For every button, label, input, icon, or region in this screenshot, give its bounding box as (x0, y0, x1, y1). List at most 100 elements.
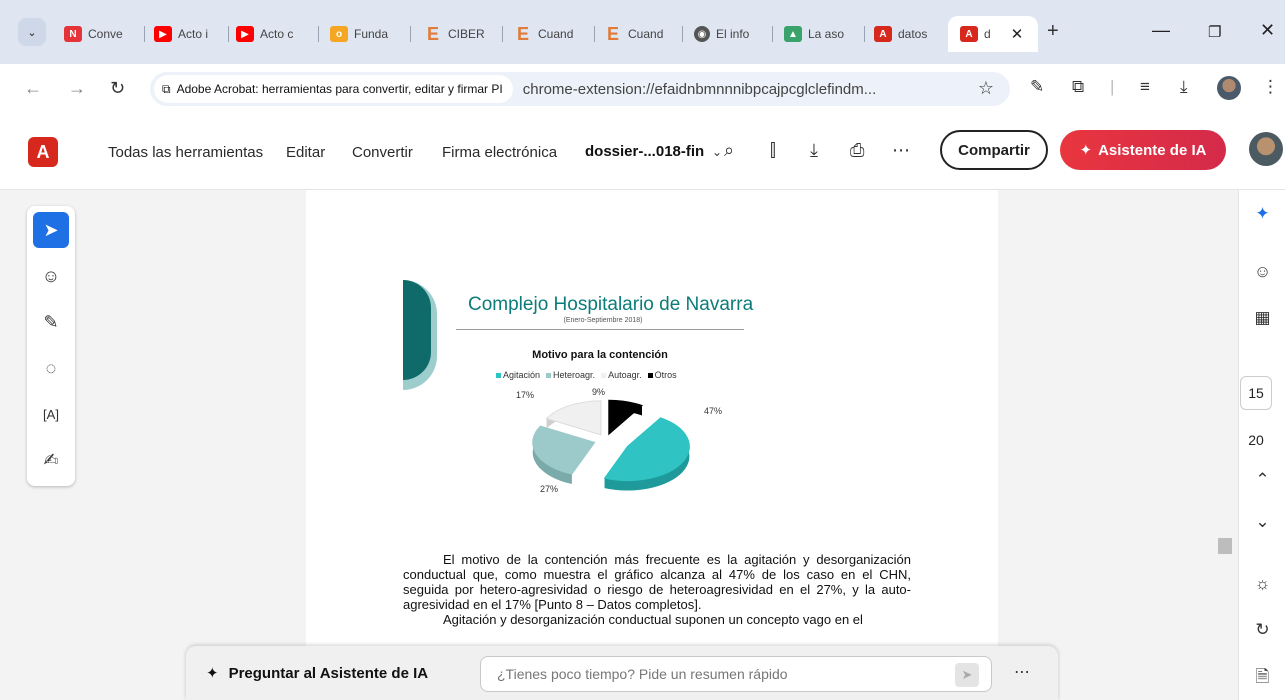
tab-label: Acto i (178, 27, 209, 41)
ai-prompt-placeholder: ¿Tienes poco tiempo? Pide un resumen ráp… (497, 666, 788, 682)
scrollbar-thumb[interactable] (1218, 538, 1232, 554)
tab-label: CIBER (448, 27, 485, 41)
profile-avatar[interactable] (1217, 76, 1241, 100)
menu-all-tools[interactable]: Todas las herramientas (108, 144, 263, 161)
print-icon[interactable]: ⎙ (850, 140, 864, 161)
tab-item[interactable]: ▶ Acto c (236, 20, 306, 48)
more-icon[interactable]: ⋯ (1014, 662, 1030, 682)
ai-assistant-icon[interactable]: ✦ (1239, 204, 1285, 224)
highlight-tool-icon[interactable]: ✎ (33, 304, 69, 340)
menu-edit[interactable]: Editar (286, 144, 325, 161)
acrobat-logo-icon[interactable]: A (28, 137, 58, 167)
tab-search-button[interactable]: ⌄ (18, 18, 46, 46)
data-label-27: 27% (540, 484, 558, 494)
vertical-scrollbar[interactable] (1220, 190, 1234, 700)
restore-icon[interactable]: ❐ (1208, 23, 1221, 41)
tab-label: Cuand (628, 27, 664, 41)
chevron-down-icon[interactable]: ⌄ (1239, 512, 1285, 532)
paragraph: Agitación y desorganización conductual s… (443, 612, 863, 627)
tab-label: El info (716, 27, 750, 41)
text-select-tool-icon[interactable]: [A] (33, 396, 69, 432)
browser-menu-icon[interactable]: ⋮ (1262, 77, 1279, 97)
paragraph: El motivo de la contención más frecuente… (403, 552, 911, 612)
tab-item[interactable]: o Funda (330, 20, 402, 48)
page-number-input[interactable]: 15 (1240, 376, 1272, 410)
nitro-icon: N (64, 26, 82, 42)
tab-divider (502, 26, 503, 42)
tab-label: La aso (808, 27, 845, 41)
slide-subtitle: (Enero-Septiembre 2018) (563, 317, 643, 324)
tab-divider (682, 26, 683, 42)
ai-prompt-input[interactable]: ¿Tienes poco tiempo? Pide un resumen ráp… (480, 656, 992, 692)
legend-label: Heteroagr. (553, 370, 596, 380)
back-icon[interactable]: ← (24, 78, 42, 99)
site-chip-label: Adobe Acrobat: herramientas para convert… (176, 82, 503, 96)
forward-icon[interactable]: → (68, 78, 86, 99)
legend-label: Agitación (503, 370, 541, 380)
extensions-icon[interactable]: ⧉ (1072, 77, 1084, 97)
ai-prompt-label[interactable]: ✦ Preguntar al Asistente de IA (206, 664, 429, 683)
download-icon[interactable]: ⤓ (810, 140, 818, 161)
browser-toolbar: ← → ↻ ⧉ Adobe Acrobat: herramientas para… (0, 64, 1285, 112)
bookmark-star-icon[interactable]: ☆ (978, 78, 994, 99)
tab-item[interactable]: ▲ La aso (784, 20, 860, 48)
tab-divider (594, 26, 595, 42)
tab-label: Acto c (260, 27, 294, 41)
chevron-up-icon[interactable]: ⌃ (1239, 470, 1285, 490)
minimize-icon[interactable]: — (1152, 20, 1170, 41)
tab-strip: ⌄ N Conve ▶ Acto i ▶ Acto c o Funda E CI… (0, 0, 1285, 64)
tab-label: Cuand (538, 27, 574, 41)
tab-item[interactable]: E Cuand (604, 20, 678, 48)
more-icon[interactable]: ⋯ (892, 140, 910, 161)
tab-item[interactable]: N Conve (64, 20, 142, 48)
document-body: El motivo de la contención más frecuente… (403, 552, 911, 627)
close-tab-icon[interactable]: ✕ (1011, 25, 1024, 43)
tab-item[interactable]: E CIBER (424, 20, 494, 48)
ai-prompt-label-text: Preguntar al Asistente de IA (228, 664, 429, 682)
share-button[interactable]: Compartir (940, 130, 1048, 170)
reload-icon[interactable]: ↻ (110, 78, 125, 99)
grid-icon[interactable]: ▦ (1239, 308, 1285, 328)
youtube-icon: ▶ (154, 26, 172, 42)
ai-assistant-icon: ✦ (1079, 142, 1093, 159)
tab-divider (864, 26, 865, 42)
download-icon[interactable]: ⤓ (1180, 77, 1188, 97)
ai-assistant-button[interactable]: ✦ Asistente de IA (1060, 130, 1226, 170)
tab-item[interactable]: ▶ Acto i (154, 20, 224, 48)
comments-icon[interactable]: ☺ (1239, 262, 1285, 282)
e-icon: E (516, 23, 529, 44)
pie-slice-otros (608, 399, 643, 436)
chart-legend: Agitación Heteroagr. Autoagr. Otros (496, 370, 677, 380)
brightness-icon[interactable]: ☼ (1239, 574, 1285, 594)
draw-tool-icon[interactable]: ◌ (33, 350, 69, 386)
menu-esign[interactable]: Firma electrónica (442, 144, 557, 161)
site-chip[interactable]: ⧉ Adobe Acrobat: herramientas para conve… (154, 75, 513, 103)
window-close-icon[interactable]: ✕ (1260, 20, 1275, 41)
menu-convert[interactable]: Convertir (352, 144, 413, 161)
document-name[interactable]: dossier-...018-fin (585, 143, 704, 160)
reading-list-icon[interactable]: ≡ (1140, 77, 1150, 97)
pie-slice-autoagr (545, 400, 602, 436)
page-thumbnails-icon[interactable]: ⫿ (770, 140, 776, 161)
tab-active[interactable]: A d ✕ (948, 16, 1038, 52)
tab-item[interactable]: ◉ El info (694, 20, 766, 48)
address-bar[interactable]: ⧉ Adobe Acrobat: herramientas para conve… (150, 72, 1010, 106)
select-tool-icon[interactable]: ➤ (33, 212, 69, 248)
sign-tool-icon[interactable]: ✍ (33, 442, 69, 478)
new-tab-button[interactable]: + (1047, 20, 1059, 43)
refresh-icon[interactable]: ↻ (1239, 620, 1285, 640)
chevron-down-icon[interactable]: ⌄ (712, 145, 722, 159)
pin-icon[interactable]: ✎ (1030, 77, 1044, 97)
url-text[interactable]: chrome-extension://efaidnbmnnnibpcajpcgl… (523, 81, 877, 98)
file-icon[interactable]: 🗎 (1239, 664, 1285, 693)
youtube-icon: ▶ (236, 26, 254, 42)
tab-item[interactable]: A datos (874, 20, 942, 48)
comment-tool-icon[interactable]: ☺ (33, 258, 69, 294)
legend-item: Autoagr. (601, 370, 642, 380)
data-label-9: 9% (592, 387, 605, 397)
user-avatar[interactable] (1249, 132, 1283, 166)
tab-item[interactable]: E Cuand (514, 20, 586, 48)
search-icon[interactable]: ⌕ (724, 140, 734, 161)
colorful-icon: o (330, 26, 348, 42)
send-icon[interactable]: ➤ (955, 663, 979, 687)
